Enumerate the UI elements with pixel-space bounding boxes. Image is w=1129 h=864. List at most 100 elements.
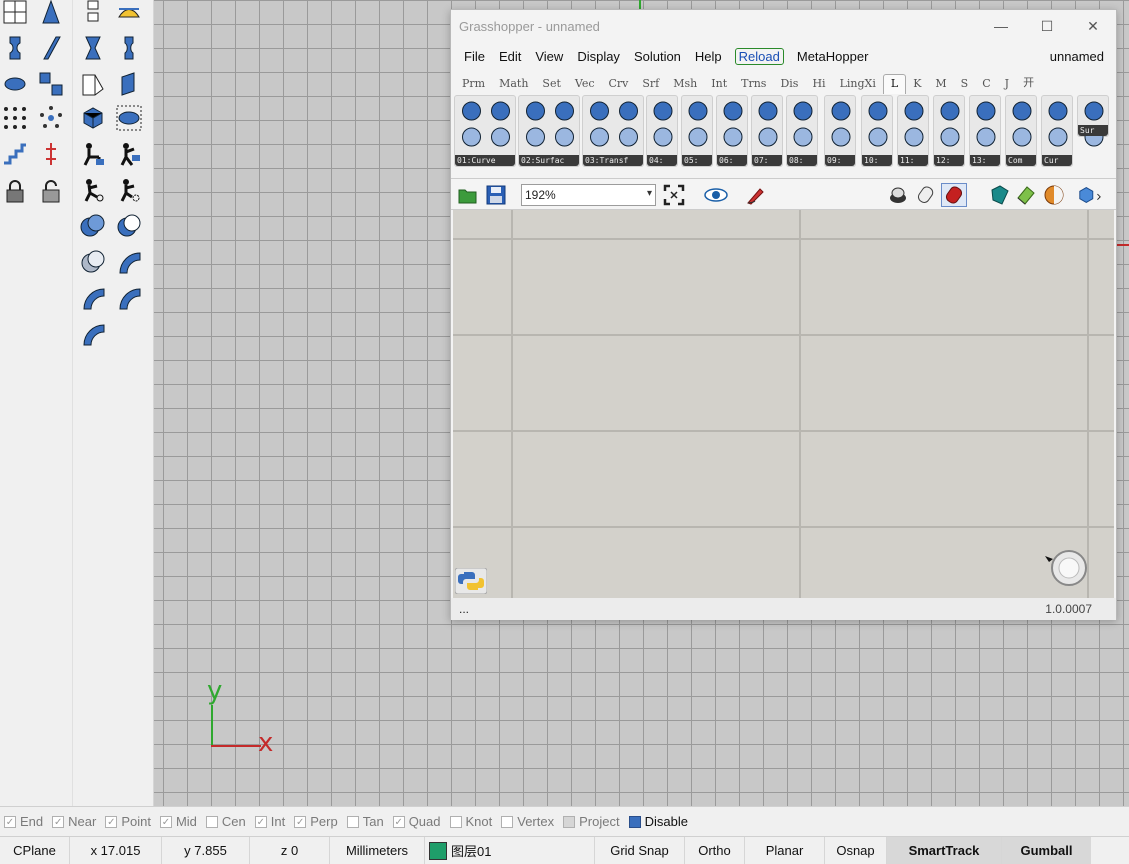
osnap-checkbox[interactable] — [501, 815, 514, 828]
grid-snap-toggle[interactable]: Grid Snap — [595, 836, 685, 864]
zoom-extents-icon[interactable] — [661, 183, 687, 207]
display-mode-icon[interactable] — [1077, 183, 1103, 207]
tab-int[interactable]: Int — [704, 77, 734, 94]
osnap-perp[interactable]: ✓ Perp — [294, 814, 338, 829]
ribbon-group[interactable]: Com — [1005, 95, 1037, 167]
preview-wire-icon[interactable] — [885, 183, 911, 207]
preview-selected-icon[interactable] — [941, 183, 967, 207]
figure-walk-2-icon[interactable] — [114, 140, 144, 168]
menu-solution[interactable]: Solution — [627, 49, 688, 64]
tab-crv[interactable]: Crv — [602, 77, 636, 94]
navigation-knob-icon[interactable] — [1043, 548, 1089, 588]
sweep-icon[interactable] — [114, 0, 144, 26]
green-mesh-icon[interactable] — [1013, 183, 1039, 207]
material-sphere-icon[interactable] — [1041, 183, 1067, 207]
wedge-icon[interactable] — [36, 0, 66, 26]
minimize-icon[interactable]: — — [978, 10, 1024, 42]
ribbon-group[interactable]: 11: — [897, 95, 929, 167]
figure-walk-icon[interactable] — [78, 176, 108, 204]
component-icon[interactable] — [936, 98, 964, 150]
osnap-checkbox[interactable]: ✓ — [105, 815, 118, 828]
cylinder-icon[interactable] — [0, 70, 30, 98]
tab-c[interactable]: C — [975, 77, 997, 94]
component-icon[interactable] — [972, 98, 1000, 150]
osnap-checkbox[interactable]: ✓ — [52, 815, 65, 828]
tab-math[interactable]: Math — [492, 77, 535, 94]
menu-file[interactable]: File — [457, 49, 492, 64]
osnap-checkbox[interactable] — [628, 815, 641, 828]
pipe-split-icon[interactable] — [0, 34, 30, 62]
smarttrack-toggle[interactable]: SmartTrack — [887, 836, 1002, 864]
osnap-checkbox[interactable]: ✓ — [294, 815, 307, 828]
osnap-toggle[interactable]: Osnap — [825, 836, 887, 864]
osnap-checkbox[interactable]: ✓ — [254, 815, 267, 828]
osnap-checkbox[interactable] — [449, 815, 462, 828]
tab-msh[interactable]: Msh — [666, 77, 704, 94]
menu-metahopper[interactable]: MetaHopper — [790, 49, 876, 64]
fold-icon[interactable] — [78, 70, 108, 98]
ribbon-group[interactable]: 10: — [861, 95, 893, 167]
ribbon-group[interactable]: 05: — [681, 95, 713, 167]
component-icon[interactable] — [1080, 98, 1108, 150]
menu-help[interactable]: Help — [688, 49, 729, 64]
component-icon[interactable] — [521, 98, 579, 150]
units-label[interactable]: Millimeters — [330, 836, 425, 864]
component-icon[interactable] — [719, 98, 747, 150]
osnap-cen[interactable]: Cen — [205, 814, 246, 829]
tab-set[interactable]: Set — [535, 77, 567, 94]
ribbon-group[interactable]: 06: — [716, 95, 748, 167]
gh-canvas[interactable] — [453, 210, 1114, 598]
tab-srf[interactable]: Srf — [635, 77, 666, 94]
osnap-quad[interactable]: ✓ Quad — [392, 814, 441, 829]
osnap-checkbox[interactable]: ✓ — [159, 815, 172, 828]
unlock-icon[interactable] — [36, 178, 66, 206]
tab-s[interactable]: S — [954, 77, 976, 94]
osnap-knot[interactable]: Knot — [449, 814, 492, 829]
arc-1-icon[interactable] — [114, 248, 144, 276]
cylinder-select-icon[interactable] — [114, 104, 144, 132]
tab-lingxi[interactable]: LingXi — [833, 77, 883, 94]
open-file-icon[interactable] — [455, 183, 481, 207]
osnap-disable[interactable]: Disable — [628, 814, 688, 829]
gumball-toggle[interactable]: Gumball — [1002, 836, 1091, 864]
sphere-union-icon[interactable] — [78, 212, 108, 240]
box-3d-icon[interactable] — [78, 104, 108, 132]
panel-icon[interactable] — [114, 70, 144, 98]
component-icon[interactable] — [754, 98, 782, 150]
osnap-project[interactable]: Project — [563, 814, 620, 829]
sphere-intersect-icon[interactable] — [114, 212, 144, 240]
osnap-checkbox[interactable]: ✓ — [4, 815, 16, 828]
component-icon[interactable] — [1008, 98, 1036, 150]
osnap-int[interactable]: ✓ Int — [254, 814, 285, 829]
osnap-end[interactable]: ✓ End — [4, 814, 43, 829]
tab-k[interactable]: K — [906, 77, 928, 94]
component-icon[interactable] — [1044, 98, 1072, 150]
osnap-checkbox[interactable]: ✓ — [392, 815, 405, 828]
block-grid-icon[interactable] — [36, 70, 66, 98]
zoom-select[interactable]: 192% ▾ — [521, 184, 656, 206]
osnap-checkbox[interactable] — [346, 815, 359, 828]
close-icon[interactable]: ✕ — [1070, 10, 1116, 42]
ribbon-group[interactable]: Sur — [1077, 95, 1109, 147]
layer-selector[interactable]: 图层01 — [425, 836, 595, 864]
component-icon[interactable] — [457, 98, 515, 150]
arc-3-icon[interactable] — [114, 284, 144, 312]
hourglass-icon[interactable] — [78, 34, 108, 62]
pole-icon[interactable] — [36, 140, 66, 168]
figure-gear-icon[interactable] — [114, 176, 144, 204]
ribbon-group[interactable]: 07: — [751, 95, 783, 167]
teal-mesh-icon[interactable] — [987, 183, 1013, 207]
tab-trns[interactable]: Trns — [734, 77, 773, 94]
tab-m[interactable]: M — [928, 77, 953, 94]
component-icon[interactable] — [684, 98, 712, 150]
figure-sit-icon[interactable] — [78, 140, 108, 168]
arc-4-icon[interactable] — [78, 320, 108, 348]
ribbon-group[interactable]: 04: — [646, 95, 678, 167]
osnap-mid[interactable]: ✓ Mid — [159, 814, 197, 829]
component-icon[interactable] — [585, 98, 643, 150]
circle-dots-icon[interactable] — [36, 104, 66, 132]
component-icon[interactable] — [827, 98, 855, 150]
maximize-icon[interactable]: ☐ — [1024, 10, 1070, 42]
slash-icon[interactable] — [36, 34, 66, 62]
stairs-icon[interactable] — [0, 140, 30, 168]
